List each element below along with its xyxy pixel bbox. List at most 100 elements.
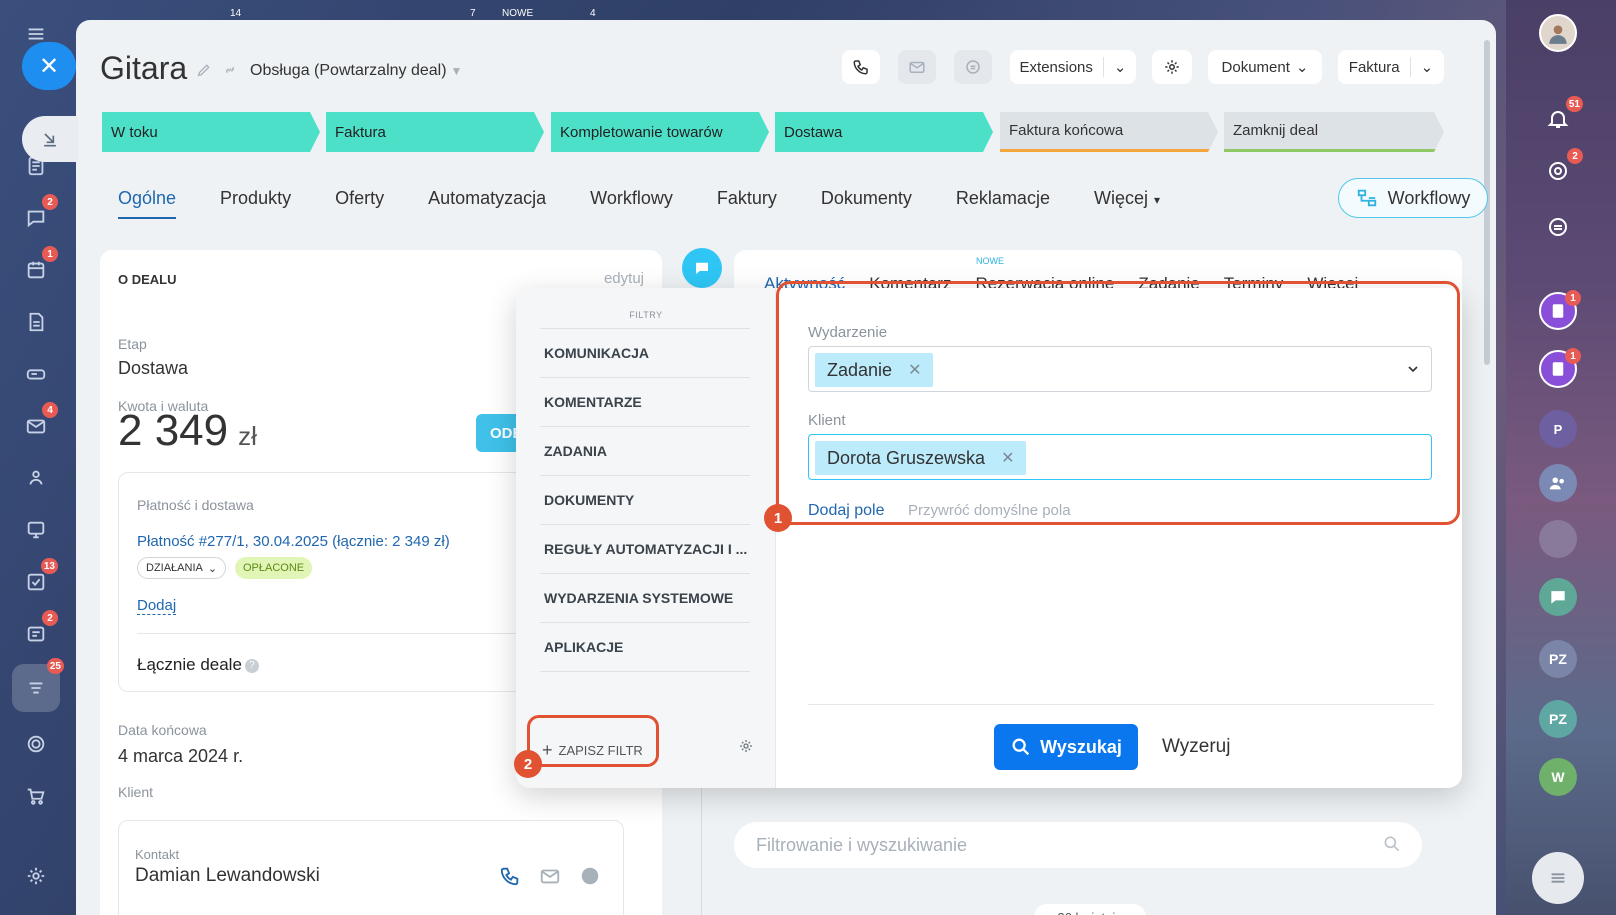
- settings-icon[interactable]: [18, 858, 54, 894]
- tab-complaints[interactable]: Reklamacje: [956, 188, 1050, 219]
- user-avatar[interactable]: [1539, 14, 1577, 52]
- crm-icon[interactable]: 25: [12, 658, 64, 712]
- payment-label: Płatność i dostawa: [137, 497, 254, 513]
- stage-completing[interactable]: Kompletowanie towarów: [551, 112, 769, 152]
- filter-automation-rules[interactable]: REGUŁY AUTOMATYZACJI I ...: [540, 524, 750, 573]
- photo-avatar[interactable]: [1539, 520, 1577, 558]
- chevron-down-icon: ⌄: [1113, 59, 1127, 76]
- board-icon[interactable]: [18, 512, 54, 548]
- client-label: Klient: [118, 784, 154, 800]
- deal-type-label: Obsługa (Powtarzalny deal): [250, 62, 447, 79]
- filter-documents[interactable]: DOKUMENTY: [540, 475, 750, 524]
- edit-link[interactable]: edytuj: [604, 270, 644, 287]
- date-chip: 30 kwietnia: [1034, 904, 1146, 915]
- tab-more[interactable]: Więcej ▾: [1094, 188, 1160, 219]
- chat-button[interactable]: [954, 50, 992, 84]
- cart-icon[interactable]: [18, 778, 54, 814]
- tab-offers[interactable]: Oferty: [335, 188, 384, 219]
- gear-icon[interactable]: [738, 738, 754, 759]
- drive-icon[interactable]: [18, 356, 54, 392]
- filter-system-events[interactable]: WYDARZENIA SYSTEMOWE: [540, 573, 750, 622]
- target-icon[interactable]: [18, 726, 54, 762]
- search-button[interactable]: Wyszukaj: [994, 724, 1138, 770]
- stage-invoice[interactable]: Faktura: [326, 112, 544, 152]
- contact-name[interactable]: Damian Lewandowski: [135, 865, 320, 887]
- chat-bubble-icon: [966, 60, 980, 74]
- tab-workflows[interactable]: Workflowy: [590, 188, 673, 219]
- target-rail-icon[interactable]: 2: [1539, 148, 1583, 190]
- pencil-icon[interactable]: [196, 62, 212, 83]
- divider: [540, 671, 750, 672]
- workflows-button[interactable]: Workflowy: [1338, 178, 1488, 218]
- end-date-label: Data końcowa: [118, 722, 207, 738]
- filter-comments[interactable]: KOMENTARZE: [540, 377, 750, 426]
- chat-icon[interactable]: 2: [18, 194, 58, 236]
- envelope-icon[interactable]: [539, 865, 561, 892]
- workflow-icon: [1357, 189, 1376, 207]
- avatar-pz-2[interactable]: PZ: [1539, 700, 1577, 738]
- chat-badge: 2: [42, 194, 58, 210]
- tasks-badge: 13: [40, 558, 58, 574]
- bell-icon[interactable]: 51: [1539, 96, 1583, 138]
- filter-tasks[interactable]: ZADANIA: [540, 426, 750, 475]
- caret-down-icon: ▼: [450, 64, 463, 78]
- search-placeholder: Filtrowanie i wyszukiwanie: [756, 834, 968, 855]
- mail-icon[interactable]: 4: [18, 402, 58, 444]
- reset-button[interactable]: Wyzeruj: [1162, 736, 1230, 758]
- phone-icon[interactable]: [499, 865, 521, 892]
- contact-label: Kontakt: [135, 847, 180, 862]
- sync-icon[interactable]: [1539, 208, 1577, 246]
- email-button[interactable]: [898, 50, 936, 84]
- avatar-p[interactable]: P: [1539, 410, 1577, 448]
- user1-badge: 1: [1565, 290, 1581, 306]
- group-avatar[interactable]: [1539, 464, 1577, 502]
- stage-delivery[interactable]: Dostawa: [775, 112, 993, 152]
- filter-heading: FILTRY: [629, 310, 663, 320]
- filter-apps[interactable]: APLIKACJE: [540, 622, 750, 671]
- close-button[interactable]: ✕: [22, 42, 76, 90]
- payment-link[interactable]: Płatność #277/1, 30.04.2025 (łącznie: 2 …: [137, 533, 450, 550]
- actions-pill[interactable]: DZIAŁANIA ⌄: [137, 557, 227, 579]
- envelope-icon: [909, 61, 925, 73]
- collapse-handle[interactable]: [22, 116, 78, 162]
- stage-final-invoice[interactable]: Faktura końcowa: [1000, 112, 1218, 152]
- target-badge: 2: [1567, 148, 1583, 164]
- extensions-button[interactable]: Extensions ⌄: [1010, 50, 1136, 84]
- contact-avatar-2[interactable]: 1: [1539, 348, 1581, 388]
- help-icon[interactable]: ?: [244, 658, 259, 673]
- tab-general[interactable]: Ogólne: [118, 188, 177, 219]
- user2-badge: 1: [1565, 348, 1581, 364]
- call-button[interactable]: [842, 50, 880, 84]
- invoice-button[interactable]: Faktura ⌄: [1338, 50, 1444, 84]
- tab-products[interactable]: Produkty: [220, 188, 291, 219]
- tab-automation[interactable]: Automatyzacja: [428, 188, 546, 219]
- timeline-search-input[interactable]: Filtrowanie i wyszukiwanie: [734, 822, 1422, 868]
- settings-button[interactable]: [1152, 50, 1192, 84]
- search-icon[interactable]: [1382, 834, 1402, 859]
- stage-close-deal[interactable]: Zamknij deal: [1224, 112, 1444, 152]
- calendar-icon[interactable]: 1: [18, 246, 58, 288]
- team-icon[interactable]: [18, 460, 54, 496]
- tasks-icon[interactable]: 13: [18, 558, 58, 600]
- chat-rail-icon[interactable]: [1539, 578, 1577, 616]
- tab-invoices[interactable]: Faktury: [717, 188, 777, 219]
- feed-icon[interactable]: 2: [18, 610, 58, 652]
- document-button[interactable]: Dokument ⌄: [1208, 50, 1322, 84]
- stage-in-progress[interactable]: W toku: [102, 112, 320, 152]
- paid-status-badge: OPŁACONE: [235, 557, 313, 579]
- avatar-w[interactable]: W: [1539, 758, 1577, 796]
- filter-communication[interactable]: KOMUNIKACJA: [540, 328, 750, 377]
- chat-menu-icon[interactable]: [1532, 852, 1584, 904]
- chevron-down-icon: ⌄: [1420, 59, 1434, 76]
- total-deals: Łącznie deale?: [137, 655, 259, 675]
- add-payment-link[interactable]: Dodaj: [137, 597, 177, 615]
- deal-type-selector[interactable]: Obsługa (Powtarzalny deal) ▼: [250, 62, 462, 80]
- chat-bubble-icon[interactable]: [579, 865, 601, 892]
- tab-documents[interactable]: Dokumenty: [821, 188, 912, 219]
- file-icon[interactable]: [18, 304, 54, 340]
- invoice-label: Faktura: [1348, 58, 1400, 76]
- deal-title: Gitara: [100, 50, 188, 86]
- link-icon[interactable]: [222, 62, 238, 83]
- avatar-pz-1[interactable]: PZ: [1539, 640, 1577, 678]
- contact-avatar-1[interactable]: 1: [1539, 290, 1581, 330]
